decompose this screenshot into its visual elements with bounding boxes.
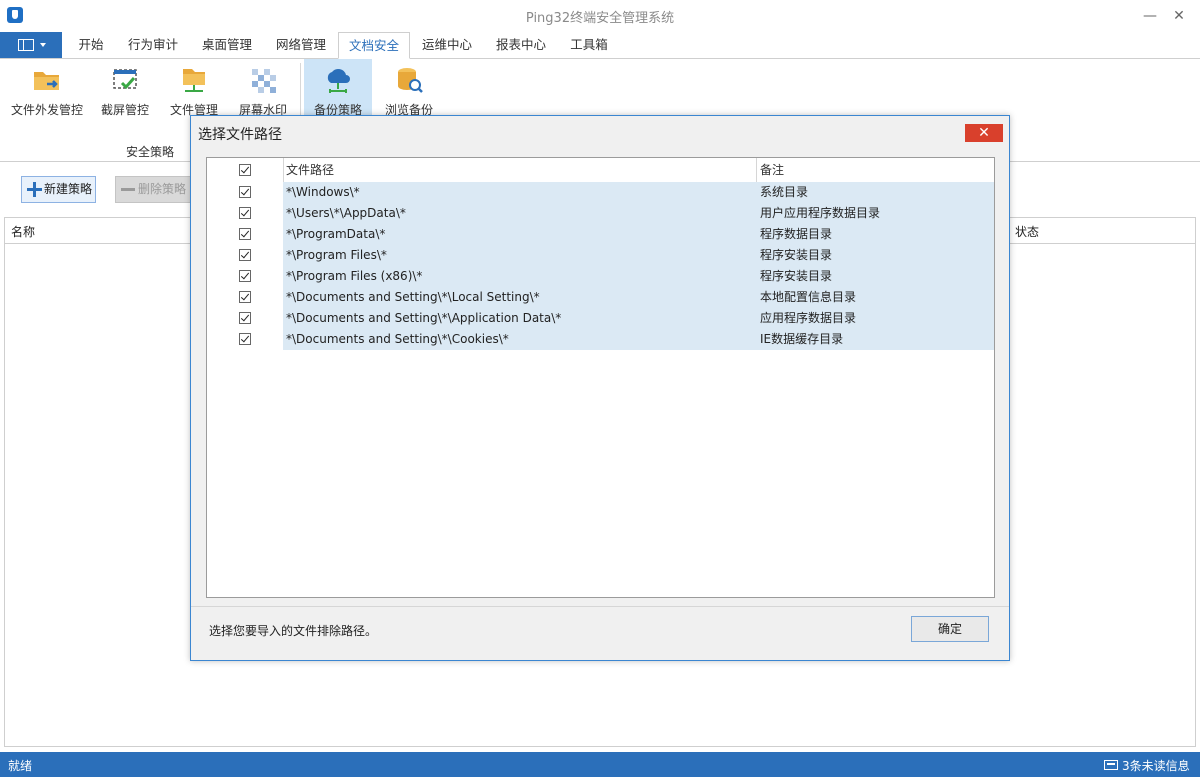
tab-document-security[interactable]: 文档安全 [338, 32, 410, 59]
ribbon-divider [300, 63, 301, 119]
note-cell: 本地配置信息目录 [760, 290, 857, 304]
dialog-footer-divider [191, 606, 1009, 607]
path-cell: *\Documents and Setting\*\Local Setting\… [286, 290, 540, 304]
column-name-header[interactable]: 名称 [11, 223, 35, 240]
folder-network-icon [183, 69, 205, 92]
ribbon-group-label: 安全策略 [125, 145, 174, 159]
database-search-icon [398, 68, 423, 93]
minus-icon [121, 188, 135, 191]
tab-network-management[interactable]: 网络管理 [268, 32, 334, 58]
path-cell: *\Windows\* [286, 185, 360, 199]
tab-behavior-audit[interactable]: 行为审计 [120, 32, 186, 58]
row-checkbox[interactable] [239, 291, 251, 303]
row-checkbox[interactable] [239, 228, 251, 240]
dialog-hint-text: 选择您要导入的文件排除路径。 [209, 624, 378, 638]
delete-policy-button[interactable]: 删除策略 [115, 176, 195, 203]
row-checkbox[interactable] [239, 249, 251, 261]
note-cell: 程序安装目录 [760, 269, 833, 283]
path-cell: *\Program Files (x86)\* [286, 269, 423, 283]
row-checkbox[interactable] [239, 270, 251, 282]
column-status-header[interactable]: 状态 [1015, 223, 1039, 240]
delete-policy-label: 删除策略 [138, 182, 187, 196]
select-all-checkbox[interactable] [239, 164, 251, 176]
list-header: 文件路径 备注 [207, 158, 994, 183]
note-cell: 应用程序数据目录 [760, 311, 857, 325]
row-checkbox[interactable] [239, 312, 251, 324]
row-checkbox[interactable] [239, 186, 251, 198]
screen-watermark-button[interactable]: 屏幕水印 [234, 59, 292, 121]
screenshot-check-icon [113, 69, 137, 90]
menu-book-icon [18, 39, 34, 51]
path-cell: *\Users\*\AppData\* [286, 206, 406, 220]
path-cell: *\Documents and Setting\*\Cookies\* [286, 332, 509, 346]
browse-backup-button[interactable]: 浏览备份 [380, 59, 438, 121]
file-management-button[interactable]: 文件管理 [166, 59, 222, 121]
note-cell: 系统目录 [760, 185, 809, 199]
select-file-path-dialog: 选择文件路径 ✕ 文件路径 备注 *\Windows\* 系统目录 *\User… [190, 115, 1010, 661]
ribbon-label: 截屏管控 [100, 103, 149, 117]
title-bar: Ping32终端安全管理系统 — ✕ [0, 0, 1200, 32]
list-item[interactable]: *\Program Files (x86)\* 程序安装目录 [207, 266, 994, 287]
tab-report-center[interactable]: 报表中心 [488, 32, 554, 58]
column-note-header[interactable]: 备注 [760, 158, 784, 182]
list-item[interactable]: *\Documents and Setting\*\Local Setting\… [207, 287, 994, 308]
file-outgoing-control-button[interactable]: 文件外发管控 [6, 59, 88, 121]
cloud-backup-icon [327, 68, 350, 93]
note-cell: 程序数据目录 [760, 227, 833, 241]
tab-desktop-management[interactable]: 桌面管理 [194, 32, 260, 58]
close-window-button[interactable]: ✕ [1165, 4, 1193, 28]
list-item[interactable]: *\Windows\* 系统目录 [207, 182, 994, 203]
tab-toolbox[interactable]: 工具箱 [560, 32, 618, 58]
row-checkbox[interactable] [239, 207, 251, 219]
dialog-title: 选择文件路径 [198, 127, 282, 143]
new-policy-label: 新建策略 [44, 182, 93, 196]
note-cell: 程序安装目录 [760, 248, 833, 262]
list-item[interactable]: *\Users\*\AppData\* 用户应用程序数据目录 [207, 203, 994, 224]
screenshot-control-button[interactable]: 截屏管控 [96, 59, 154, 121]
window-title: Ping32终端安全管理系统 [525, 11, 675, 26]
backup-policy-button[interactable]: 备份策略 [304, 59, 372, 121]
path-cell: *\Program Files\* [286, 248, 387, 262]
list-item[interactable]: *\Program Files\* 程序安装目录 [207, 245, 994, 266]
watermark-icon [252, 69, 276, 93]
path-cell: *\ProgramData\* [286, 227, 386, 241]
plus-icon [27, 182, 42, 197]
file-path-list[interactable]: 文件路径 备注 *\Windows\* 系统目录 *\Users\*\AppDa… [206, 157, 995, 598]
unread-messages[interactable]: 3条未读信息 [1122, 757, 1190, 774]
dialog-close-button[interactable]: ✕ [965, 124, 1003, 142]
column-divider [756, 158, 757, 182]
note-cell: IE数据缓存目录 [760, 332, 844, 346]
folder-arrow-icon [34, 72, 59, 90]
list-item[interactable]: *\Documents and Setting\*\Application Da… [207, 308, 994, 329]
app-menu-button[interactable] [0, 32, 62, 58]
chevron-down-icon [40, 43, 46, 47]
column-path-header[interactable]: 文件路径 [286, 158, 334, 182]
column-divider [283, 158, 284, 182]
list-item[interactable]: *\Documents and Setting\*\Cookies\* IE数据… [207, 329, 994, 350]
message-icon[interactable] [1104, 760, 1118, 770]
status-text: 就绪 [8, 759, 33, 773]
tab-start[interactable]: 开始 [68, 32, 114, 58]
new-policy-button[interactable]: 新建策略 [21, 176, 96, 203]
ok-button[interactable]: 确定 [911, 616, 989, 642]
minimize-button[interactable]: — [1136, 4, 1164, 28]
ribbon-label: 文件外发管控 [10, 103, 83, 117]
note-cell: 用户应用程序数据目录 [760, 206, 881, 220]
status-bar: 就绪 3条未读信息 [0, 752, 1200, 777]
tab-operations-center[interactable]: 运维中心 [414, 32, 480, 58]
menu-tab-bar: 开始 行为审计 桌面管理 网络管理 文档安全 运维中心 报表中心 工具箱 [0, 32, 1200, 59]
list-item[interactable]: *\ProgramData\* 程序数据目录 [207, 224, 994, 245]
row-checkbox[interactable] [239, 333, 251, 345]
path-cell: *\Documents and Setting\*\Application Da… [286, 311, 562, 325]
